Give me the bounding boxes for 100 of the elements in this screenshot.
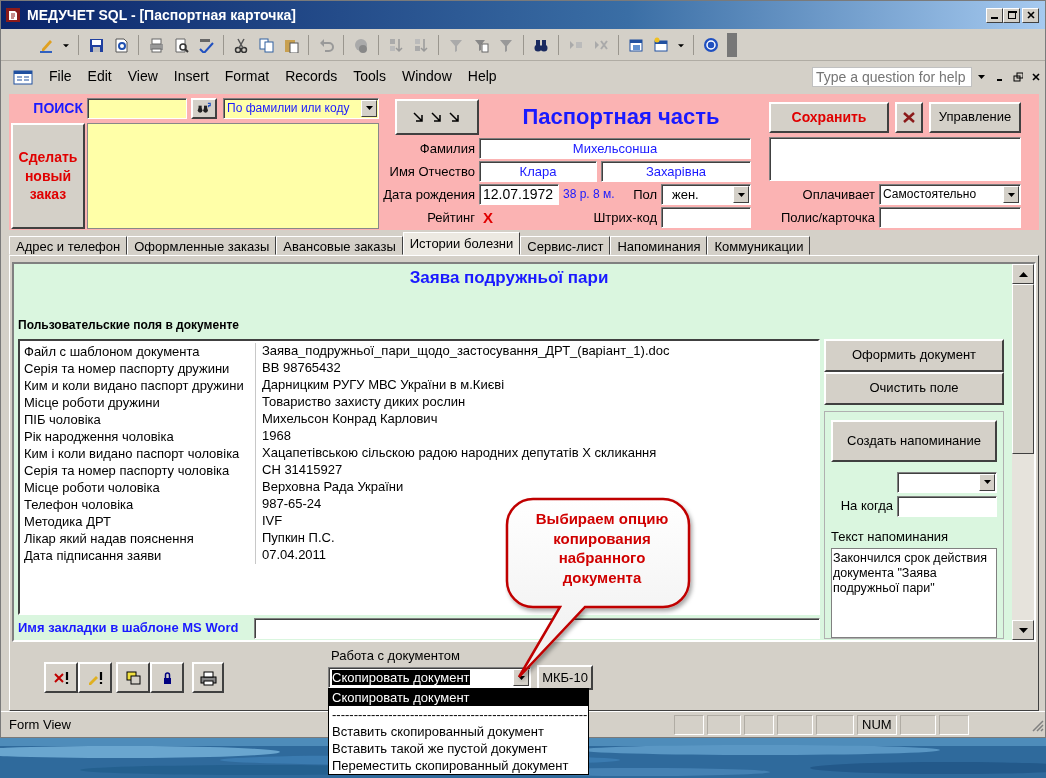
dropdown-option[interactable]: Переместить скопированный документ	[329, 757, 588, 774]
status-panel	[899, 714, 936, 735]
cross-icon	[902, 110, 916, 124]
fields-caption: Пользовательские поля в документе	[18, 318, 240, 333]
field-value-cell-text: Хацапетівською сільскою радою народних депутатів Х скликання	[261, 445, 657, 462]
field-name-cell: Дата підписання заяви	[20, 546, 256, 564]
search-mode-dropdown[interactable]: По фамилии или коду	[223, 97, 379, 119]
patronymic-field[interactable]: Захарівна	[601, 161, 751, 182]
document-fields-list[interactable]	[18, 338, 820, 615]
scrollbar-thumb[interactable]	[1012, 284, 1034, 454]
field-value-cell-text: Верховна Рада України	[261, 479, 404, 496]
first-name-field[interactable]: Клара	[479, 161, 597, 182]
minimize-button[interactable]	[986, 7, 1003, 23]
print-button[interactable]	[192, 662, 224, 693]
new-object-icon[interactable]	[653, 36, 669, 53]
comment-field[interactable]	[769, 137, 1021, 181]
arrows-button[interactable]	[395, 99, 479, 135]
surname-field[interactable]: Михельсонша	[479, 138, 751, 159]
dropdown-option[interactable]: -----------------------------------------------------------	[329, 706, 588, 723]
maximize-button[interactable]	[1003, 7, 1020, 23]
tab[interactable]: Адрес и телефон	[9, 236, 128, 255]
field-name-cell: Ким і коли видано паспорт чоловіка	[20, 444, 256, 462]
field-value-cell-text: Пупкин П.С.	[261, 530, 335, 547]
sex-dropdown[interactable]: жен.	[661, 184, 751, 205]
scroll-up-button[interactable]	[1012, 264, 1034, 284]
status-panel	[776, 714, 813, 735]
field-name-cell: Серія та номер паспорту дружини	[20, 359, 256, 377]
search-field[interactable]	[87, 97, 187, 119]
when-field[interactable]	[897, 495, 997, 517]
caret-icon	[363, 103, 375, 113]
section-title: Паспортная часть	[521, 103, 721, 131]
status-panel	[706, 714, 741, 735]
database-window-icon[interactable]	[628, 36, 644, 53]
print-preview-icon[interactable]	[173, 36, 189, 53]
field-value-cell-text: СН 31415927	[261, 462, 343, 479]
reminder-type-dropdown[interactable]	[897, 471, 997, 493]
action-button[interactable]: Очистить поле	[824, 371, 1004, 405]
reminder-text-label: Текст напоминания	[831, 528, 950, 545]
file-search-icon[interactable]	[113, 36, 129, 53]
payer-dropdown[interactable]: Самостоятельно	[879, 184, 1021, 205]
tab[interactable]: Коммуникации	[707, 236, 811, 255]
copy-icon[interactable]	[258, 36, 274, 53]
dropdown-option[interactable]: Вставить скопированный документ	[329, 723, 588, 740]
menu-item[interactable]: Format	[216, 66, 278, 87]
scroll-down-button[interactable]	[1012, 620, 1034, 640]
spellcheck-icon[interactable]	[198, 36, 214, 53]
menu-item[interactable]: File	[41, 66, 80, 87]
tab[interactable]: Сервис-лист	[520, 236, 611, 255]
window-title: МЕДУЧЕТ SQL - [Паспортная карточка]	[27, 6, 297, 24]
dropdown-option[interactable]: Вставить такой же пустой документ	[329, 740, 588, 757]
birth-date-field[interactable]: 12.07.1972	[479, 184, 559, 205]
menu-item[interactable]: Insert	[165, 66, 217, 87]
reminder-text-field[interactable]: Закончился срок действия документа "Заява подружньої пари"	[831, 548, 997, 638]
close-button[interactable]	[1022, 7, 1039, 23]
action-button[interactable]: Оформить документ	[824, 338, 1004, 372]
windows-button[interactable]	[116, 662, 150, 693]
status-panel	[815, 714, 854, 735]
menu-item[interactable]: Window	[393, 66, 460, 87]
document-action-dropdown[interactable]: Скопировать документ	[328, 667, 531, 688]
restore-icon[interactable]	[1013, 72, 1023, 83]
field-name-cell: Місце роботи дружини	[20, 393, 256, 411]
menu-item[interactable]: Help	[459, 66, 505, 87]
status-text: Form View	[9, 716, 71, 733]
create-reminder-button[interactable]: Создать напоминание	[831, 419, 997, 462]
surname-label: Фамилия	[418, 140, 476, 157]
field-value-cell-text: Дарницким РУГУ МВС України в м.Києві	[261, 377, 505, 394]
dropdown-option[interactable]: Скопировать документ	[329, 689, 588, 706]
bookmark-field[interactable]	[254, 617, 820, 639]
barcode-field[interactable]	[661, 207, 751, 228]
tab[interactable]: Оформленные заказы	[127, 236, 277, 255]
manage-button[interactable]: Управление	[929, 101, 1021, 133]
form-icon[interactable]	[13, 69, 33, 86]
scissors-icon[interactable]	[233, 36, 249, 53]
close-icon[interactable]	[1031, 72, 1041, 83]
tab[interactable]: Авансовые заказы	[276, 236, 403, 255]
lock-button[interactable]	[150, 662, 184, 693]
policy-label: Полис/карточка	[779, 209, 876, 226]
save-icon[interactable]	[88, 36, 104, 53]
delete-button[interactable]	[44, 662, 78, 693]
menu-item[interactable]: Tools	[345, 66, 394, 87]
status-panel	[938, 714, 969, 735]
cancel-button[interactable]	[895, 101, 923, 133]
menu-item[interactable]: Edit	[79, 66, 120, 87]
help-search-field[interactable]: Type a question for help	[812, 66, 972, 87]
icd-button[interactable]: МКБ-10	[537, 665, 593, 690]
tab[interactable]: Напоминания	[610, 236, 708, 255]
policy-field[interactable]	[879, 207, 1021, 228]
toolbar-options-button[interactable]	[727, 32, 737, 57]
help-icon[interactable]	[703, 36, 719, 53]
menu-item[interactable]: View	[119, 66, 166, 87]
edit-button[interactable]	[78, 662, 112, 693]
field-name-cell: Серія та номер паспорту чоловіка	[20, 461, 256, 479]
payer-label: Оплачивает	[801, 186, 876, 203]
field-name-cell: Телефон чоловіка	[20, 495, 256, 513]
find-button[interactable]	[191, 97, 217, 119]
tab[interactable]: Истории болезни	[402, 232, 521, 255]
document-title: Заява подружньої пари	[408, 268, 610, 289]
menu-item[interactable]: Records	[277, 66, 346, 87]
age-text: 38 р. 8 м.	[562, 187, 616, 202]
print-icon[interactable]	[148, 36, 164, 53]
